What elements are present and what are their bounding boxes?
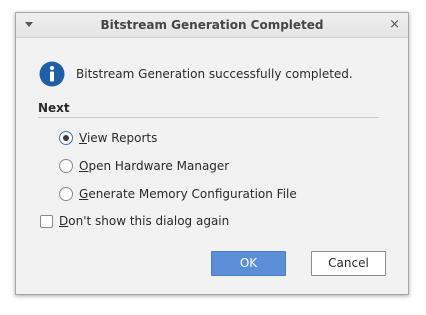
dont-show-again[interactable]: Don't show this dialog again — [40, 214, 229, 228]
ok-button[interactable]: OK — [211, 251, 286, 276]
option-label-view-reports[interactable]: View Reports — [79, 131, 157, 145]
window-title: Bitstream Generation Completed — [100, 18, 324, 32]
dont-show-again-label[interactable]: Don't show this dialog again — [59, 214, 229, 228]
option-label-generate-memory-configuration-file[interactable]: Generate Memory Configuration File — [79, 187, 297, 201]
info-icon — [39, 61, 65, 87]
option-label-open-hardware-manager[interactable]: Open Hardware Manager — [79, 159, 229, 173]
title-bar[interactable]: Bitstream Generation Completed × — [16, 13, 408, 38]
cancel-button[interactable]: Cancel — [311, 251, 386, 276]
completion-message: Bitstream Generation successfully comple… — [76, 67, 353, 81]
option-open-hardware-manager[interactable]: Open Hardware Manager — [59, 158, 229, 174]
option-generate-memory-configuration-file[interactable]: Generate Memory Configuration File — [59, 186, 297, 202]
close-icon[interactable]: × — [389, 17, 400, 32]
radio-open-hardware-manager[interactable] — [59, 159, 73, 173]
option-view-reports[interactable]: View Reports — [59, 130, 157, 146]
radio-view-reports[interactable] — [59, 131, 73, 145]
dont-show-again-checkbox[interactable] — [40, 214, 53, 228]
dialog-window: Bitstream Generation Completed × Bitstre… — [15, 12, 409, 295]
radio-generate-memory-configuration-file[interactable] — [59, 187, 73, 201]
next-heading: Next — [38, 101, 70, 115]
section-divider — [38, 117, 379, 118]
